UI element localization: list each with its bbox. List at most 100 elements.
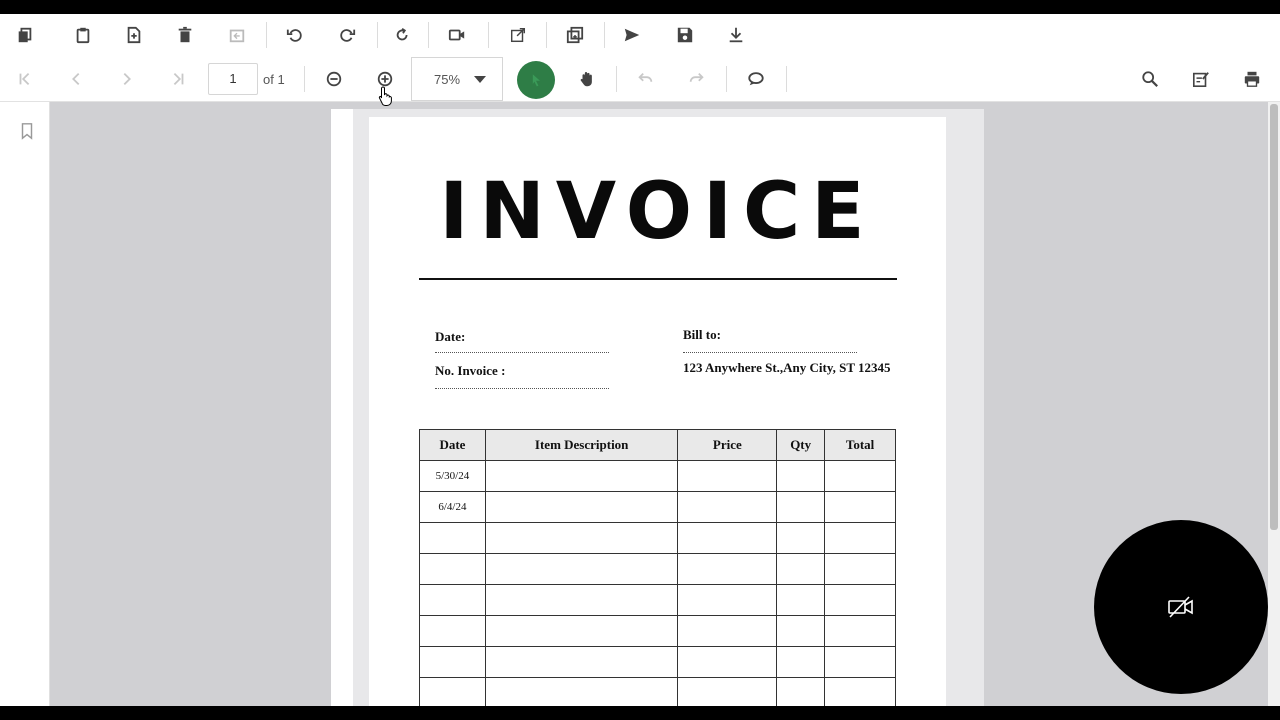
table-row: 5/30/24 — [419, 460, 896, 492]
page-margin — [331, 109, 353, 706]
table-cell — [824, 460, 896, 492]
table-cell — [677, 460, 778, 492]
table-cell — [824, 584, 896, 616]
form-edit-icon[interactable] — [1184, 62, 1218, 96]
insert-page-icon[interactable] — [117, 18, 151, 52]
table-row — [419, 677, 896, 706]
column-header: Total — [824, 429, 896, 461]
table-cell — [419, 584, 486, 616]
previous-page-icon[interactable] — [59, 62, 93, 96]
table-cell — [776, 615, 826, 647]
separator — [377, 22, 378, 48]
page-number-input[interactable]: 1 — [208, 63, 258, 95]
title-divider — [419, 278, 897, 280]
print-icon[interactable] — [1235, 62, 1269, 96]
comment-icon[interactable] — [739, 62, 773, 96]
select-tool-button[interactable] — [517, 61, 555, 99]
separator — [604, 22, 605, 48]
pdf-page[interactable]: INVOICE Date: No. Invoice : Bill to: 123… — [369, 117, 946, 706]
table-cell — [419, 553, 486, 585]
table-cell — [677, 677, 778, 706]
last-page-icon[interactable] — [161, 62, 195, 96]
separator — [266, 22, 267, 48]
column-header: Price — [677, 429, 778, 461]
table-row — [419, 615, 896, 647]
table-cell — [484, 615, 679, 647]
search-icon[interactable] — [1133, 62, 1167, 96]
invoice-number-line — [435, 388, 609, 389]
table-cell — [484, 584, 679, 616]
first-page-icon[interactable] — [8, 62, 42, 96]
separator — [488, 22, 489, 48]
bill-to-line — [683, 352, 857, 353]
send-icon[interactable] — [615, 18, 649, 52]
table-cell — [484, 460, 679, 492]
separator — [304, 66, 305, 92]
separator — [786, 66, 787, 92]
table-cell — [484, 553, 679, 585]
paste-icon[interactable] — [66, 18, 100, 52]
table-cell — [824, 646, 896, 678]
table-row: 6/4/24 — [419, 491, 896, 523]
separator — [726, 66, 727, 92]
table-row — [419, 646, 896, 678]
extract-icon — [220, 18, 254, 52]
duplicate-icon[interactable] — [558, 18, 592, 52]
refresh-icon[interactable] — [386, 18, 420, 52]
camera-bubble[interactable] — [1094, 520, 1268, 694]
download-icon[interactable] — [719, 18, 753, 52]
table-cell — [419, 615, 486, 647]
delete-icon[interactable] — [168, 18, 202, 52]
pdf-editor-window: 1 of 1 75% INVOICE Date: No. Invoice: B… — [0, 14, 1280, 706]
table-cell — [776, 677, 826, 706]
table-cell — [484, 491, 679, 523]
zoom-value: 75% — [434, 71, 461, 87]
separator — [616, 66, 617, 92]
scrollbar-thumb[interactable] — [1270, 104, 1278, 530]
open-external-icon[interactable] — [501, 18, 535, 52]
invoice-number-label: No. Invoice : — [435, 363, 506, 378]
video-icon[interactable] — [440, 18, 474, 52]
vertical-scrollbar[interactable] — [1268, 102, 1280, 706]
mouse-pointer-icon — [378, 86, 394, 111]
table-cell — [776, 522, 826, 554]
table-cell — [824, 491, 896, 523]
table-cell — [824, 553, 896, 585]
table-cell — [776, 584, 826, 616]
table-row — [419, 522, 896, 554]
table-cell — [677, 553, 778, 585]
table-cell: 5/30/24 — [419, 460, 486, 492]
document-viewer[interactable]: INVOICE Date: No. Invoice : Bill to: 123… — [50, 102, 1268, 706]
edit-toolbar — [0, 14, 1280, 56]
table-row — [419, 584, 896, 616]
rotate-left-icon[interactable] — [278, 18, 312, 52]
pointer-icon — [532, 74, 540, 87]
bookmark-icon[interactable] — [10, 114, 44, 148]
undo-icon[interactable] — [628, 62, 662, 96]
bill-to-address: 123 Anywhere St.,Any City, ST 12345 — [683, 360, 891, 375]
date-line — [435, 352, 609, 353]
table-cell — [419, 522, 486, 554]
table-row — [419, 553, 896, 585]
thumbnail-sidebar — [0, 102, 50, 706]
redo-icon[interactable] — [680, 62, 714, 96]
copy-icon[interactable] — [8, 18, 42, 52]
table-cell: 6/4/24 — [419, 491, 486, 523]
save-icon[interactable] — [668, 18, 702, 52]
table-cell — [824, 677, 896, 706]
table-cell — [484, 522, 679, 554]
zoom-out-icon[interactable] — [317, 62, 351, 96]
table-cell — [677, 522, 778, 554]
pan-tool-icon[interactable] — [570, 62, 604, 96]
table-cell — [677, 584, 778, 616]
table-cell — [776, 491, 826, 523]
zoom-select[interactable]: 75% — [411, 57, 503, 101]
navigation-toolbar: 1 of 1 75% — [0, 56, 1280, 102]
camera-off-icon — [1168, 596, 1193, 618]
rotate-right-icon[interactable] — [330, 18, 364, 52]
separator — [428, 22, 429, 48]
next-page-icon[interactable] — [110, 62, 144, 96]
table-cell — [677, 646, 778, 678]
table-cell — [419, 646, 486, 678]
table-header-row: Date Item Description Price Qty Total — [419, 429, 896, 461]
